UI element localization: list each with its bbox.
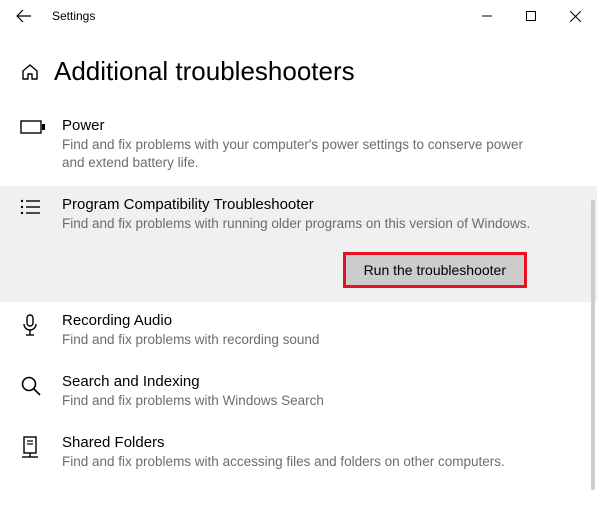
microphone-icon [20, 314, 40, 349]
home-icon[interactable] [20, 62, 40, 82]
page-header: Additional troubleshooters [20, 56, 577, 87]
back-button[interactable] [6, 0, 42, 32]
scrollbar[interactable] [591, 200, 595, 490]
minimize-button[interactable] [465, 0, 509, 32]
troubleshooter-recording-audio[interactable]: Recording Audio Find and fix problems wi… [20, 302, 577, 363]
item-name: Program Compatibility Troubleshooter [62, 196, 577, 213]
item-desc: Find and fix problems with accessing fil… [62, 453, 577, 471]
window-controls [465, 0, 597, 32]
item-desc: Find and fix problems with running older… [62, 215, 577, 233]
run-troubleshooter-button[interactable]: Run the troubleshooter [343, 252, 527, 288]
window-title: Settings [52, 9, 95, 23]
titlebar: Settings [0, 0, 597, 32]
content-area: Additional troubleshooters Power Find an… [0, 32, 597, 485]
item-desc: Find and fix problems with Windows Searc… [62, 392, 577, 410]
battery-icon [20, 119, 46, 172]
maximize-icon [526, 11, 536, 21]
troubleshooter-shared-folders[interactable]: Shared Folders Find and fix problems wit… [20, 424, 577, 485]
troubleshooter-program-compatibility[interactable]: Program Compatibility Troubleshooter Fin… [0, 186, 597, 301]
search-icon [20, 375, 42, 410]
arrow-left-icon [16, 8, 32, 24]
item-name: Recording Audio [62, 312, 577, 329]
item-name: Shared Folders [62, 434, 577, 451]
item-name: Search and Indexing [62, 373, 577, 390]
page-title: Additional troubleshooters [54, 56, 355, 87]
close-button[interactable] [553, 0, 597, 32]
troubleshooter-power[interactable]: Power Find and fix problems with your co… [20, 107, 577, 186]
troubleshooter-search-indexing[interactable]: Search and Indexing Find and fix problem… [20, 363, 577, 424]
close-icon [570, 11, 581, 22]
maximize-button[interactable] [509, 0, 553, 32]
server-icon [20, 436, 40, 471]
item-desc: Find and fix problems with recording sou… [62, 331, 577, 349]
list-icon [20, 198, 42, 287]
minimize-icon [482, 11, 492, 21]
item-name: Power [62, 117, 577, 134]
item-desc: Find and fix problems with your computer… [62, 136, 577, 172]
